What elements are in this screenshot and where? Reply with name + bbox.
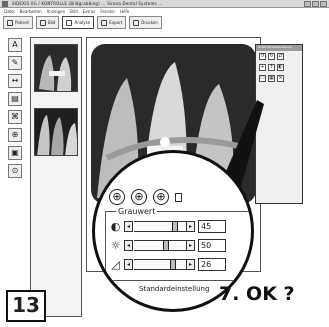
gamma-slider-row: ◿ ◂ ▸ 26 [110,258,250,272]
default-settings-label[interactable]: Standardeinstellung [139,285,209,293]
slider-increase-button[interactable]: ▸ [186,221,195,232]
gamma-slider-track[interactable] [134,259,186,270]
slider-decrease-button[interactable]: ◂ [124,259,133,270]
filter-mode-2-icon[interactable]: ⊕ [131,189,147,205]
slider-decrease-button[interactable]: ◂ [124,240,133,251]
contrast-icon: ◐ [110,220,121,233]
gray-value-group: Grauwert ◐ ◂ ▸ 45 ☼ ◂ ▸ 50 ◿ ◂ ▸ 26 [105,207,251,281]
brightness-slider-track[interactable] [134,240,186,251]
contrast-value-field[interactable]: 45 [198,220,226,233]
brightness-icon: ☼ [110,239,121,252]
contrast-slider-thumb[interactable] [171,221,178,232]
checkbox[interactable] [175,193,182,202]
gamma-slider-thumb[interactable] [169,259,176,270]
slider-decrease-button[interactable]: ◂ [124,221,133,232]
gray-value-label: Grauwert [116,207,158,216]
slider-increase-button[interactable]: ▸ [186,240,195,251]
contrast-slider-row: ◐ ◂ ▸ 45 [110,220,250,234]
brightness-value-field[interactable]: 50 [198,239,226,252]
step-number-badge: 13 [6,290,46,322]
gamma-value-field[interactable]: 26 [198,258,226,271]
step-caption: 7. OK ? [219,283,295,305]
contrast-slider-track[interactable] [134,221,186,232]
brightness-slider-thumb[interactable] [162,240,169,251]
filter-mode-3-icon[interactable]: ⊕ [153,189,169,205]
gamma-icon: ◿ [111,258,120,271]
filter-mode-1-icon[interactable]: ⊕ [109,189,125,205]
brightness-slider-row: ☼ ◂ ▸ 50 [110,239,250,253]
slider-increase-button[interactable]: ▸ [186,259,195,270]
